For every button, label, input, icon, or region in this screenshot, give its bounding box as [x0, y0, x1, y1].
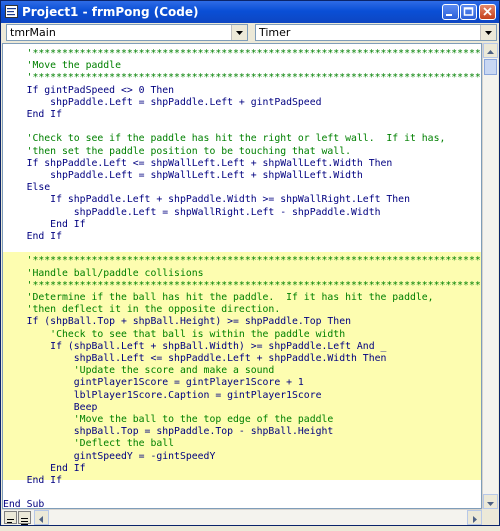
- code-line: '***************************************…: [3, 255, 482, 267]
- procedure-combo-arrow[interactable]: [480, 25, 496, 40]
- code-line: Else: [3, 182, 51, 194]
- code-line: 'Handle ball/paddle collisions: [3, 267, 204, 279]
- procedure-view-icon: [7, 519, 14, 523]
- dropdown-arrow-icon: [236, 31, 243, 35]
- code-line: shpPaddle.Left = shpWallLeft.Left + shpW…: [3, 170, 363, 181]
- vertical-scroll-thumb[interactable]: [484, 59, 497, 75]
- procedure-view-button[interactable]: [4, 511, 17, 524]
- code-line: '***************************************…: [3, 48, 482, 59]
- scroll-up-button[interactable]: [483, 43, 498, 58]
- close-button[interactable]: [479, 4, 496, 20]
- code-line: 'Deflect the ball: [3, 438, 175, 450]
- code-line: gintPlayer1Score = gintPlayer1Score + 1: [3, 377, 304, 389]
- code-line: End If: [3, 462, 86, 474]
- scroll-right-button[interactable]: [467, 510, 482, 525]
- code-line: If (shpBall.Top + shpBall.Height) >= shp…: [3, 316, 351, 328]
- app-icon: [5, 5, 18, 18]
- code-line: 'Move the paddle: [3, 60, 121, 72]
- window-title: Project1 - frmPong (Code): [22, 5, 199, 19]
- close-icon: [483, 7, 492, 16]
- minimize-icon: [446, 14, 452, 16]
- code-line: 'Check to see if the paddle has hit the …: [3, 133, 446, 145]
- scroll-right-icon: [473, 516, 477, 523]
- code-line: '***************************************…: [3, 72, 482, 84]
- code-line: lblPlayer1Score.Caption = gintPlayer1Sco…: [3, 389, 322, 401]
- code-line: End Sub: [3, 499, 45, 509]
- code-line: shpBall.Top = shpPaddle.Top - shpBall.He…: [3, 426, 334, 438]
- code-line: gintSpeedY = -gintSpeedY: [3, 450, 216, 462]
- code-line: 'then deflect it in the opposite directi…: [3, 304, 281, 316]
- code-line: If shpPaddle.Left + shpPaddle.Width >= s…: [3, 194, 410, 206]
- scroll-left-button[interactable]: [34, 510, 49, 525]
- code-line: shpBall.Left <= shpPaddle.Left + shpPadd…: [3, 353, 387, 364]
- minimize-button[interactable]: [442, 4, 459, 20]
- code-window: Project1 - frmPong (Code) tmrMain Timer …: [0, 0, 500, 526]
- code-line: End If: [3, 475, 62, 486]
- vertical-scrollbar[interactable]: [482, 43, 498, 509]
- maximize-icon: [463, 7, 474, 16]
- code-editor[interactable]: '***************************************…: [2, 43, 482, 509]
- code-toolbar: tmrMain Timer: [2, 23, 498, 43]
- code-line: If shpPaddle.Left <= shpWallLeft.Left + …: [3, 157, 393, 169]
- code-line: End If: [3, 231, 62, 242]
- scroll-left-icon: [39, 516, 43, 523]
- full-module-view-button[interactable]: [18, 511, 31, 525]
- procedure-combo[interactable]: Timer: [255, 24, 497, 41]
- code-line: Beep: [3, 401, 98, 413]
- code-line: 'Check to see that ball is within the pa…: [3, 328, 346, 340]
- full-module-view-icon: [21, 518, 28, 525]
- scroll-up-icon: [487, 50, 494, 54]
- code-line: If gintPadSpeed <> 0 Then: [3, 84, 175, 96]
- object-combo-value: tmrMain: [10, 26, 56, 39]
- code-line: End If: [3, 218, 86, 230]
- code-line: 'Move the ball to the top edge of the pa…: [3, 414, 334, 425]
- code-line: 'then set the paddle position to be touc…: [3, 145, 351, 157]
- size-grip[interactable]: [482, 509, 498, 525]
- object-combo-arrow[interactable]: [231, 25, 247, 40]
- title-bar[interactable]: Project1 - frmPong (Code): [1, 1, 499, 23]
- code-line: If (shpBall.Left + shpBall.Width) >= shp…: [3, 340, 387, 352]
- horizontal-scrollbar[interactable]: [2, 509, 482, 525]
- object-combo[interactable]: tmrMain: [6, 24, 248, 41]
- maximize-button[interactable]: [460, 4, 477, 20]
- code-line: shpPaddle.Left = shpWallRight.Left - shp…: [3, 206, 381, 218]
- code-line: 'Update the score and make a sound: [3, 365, 275, 377]
- code-line: 'Determine if the ball has hit the paddl…: [3, 292, 434, 303]
- dropdown-arrow-icon: [485, 31, 492, 35]
- scroll-down-button[interactable]: [483, 494, 498, 509]
- code-line: End If: [3, 109, 62, 120]
- code-line: shpPaddle.Left = shpPaddle.Left + gintPa…: [3, 96, 322, 108]
- procedure-combo-value: Timer: [259, 26, 291, 39]
- code-line: '***************************************…: [3, 279, 482, 291]
